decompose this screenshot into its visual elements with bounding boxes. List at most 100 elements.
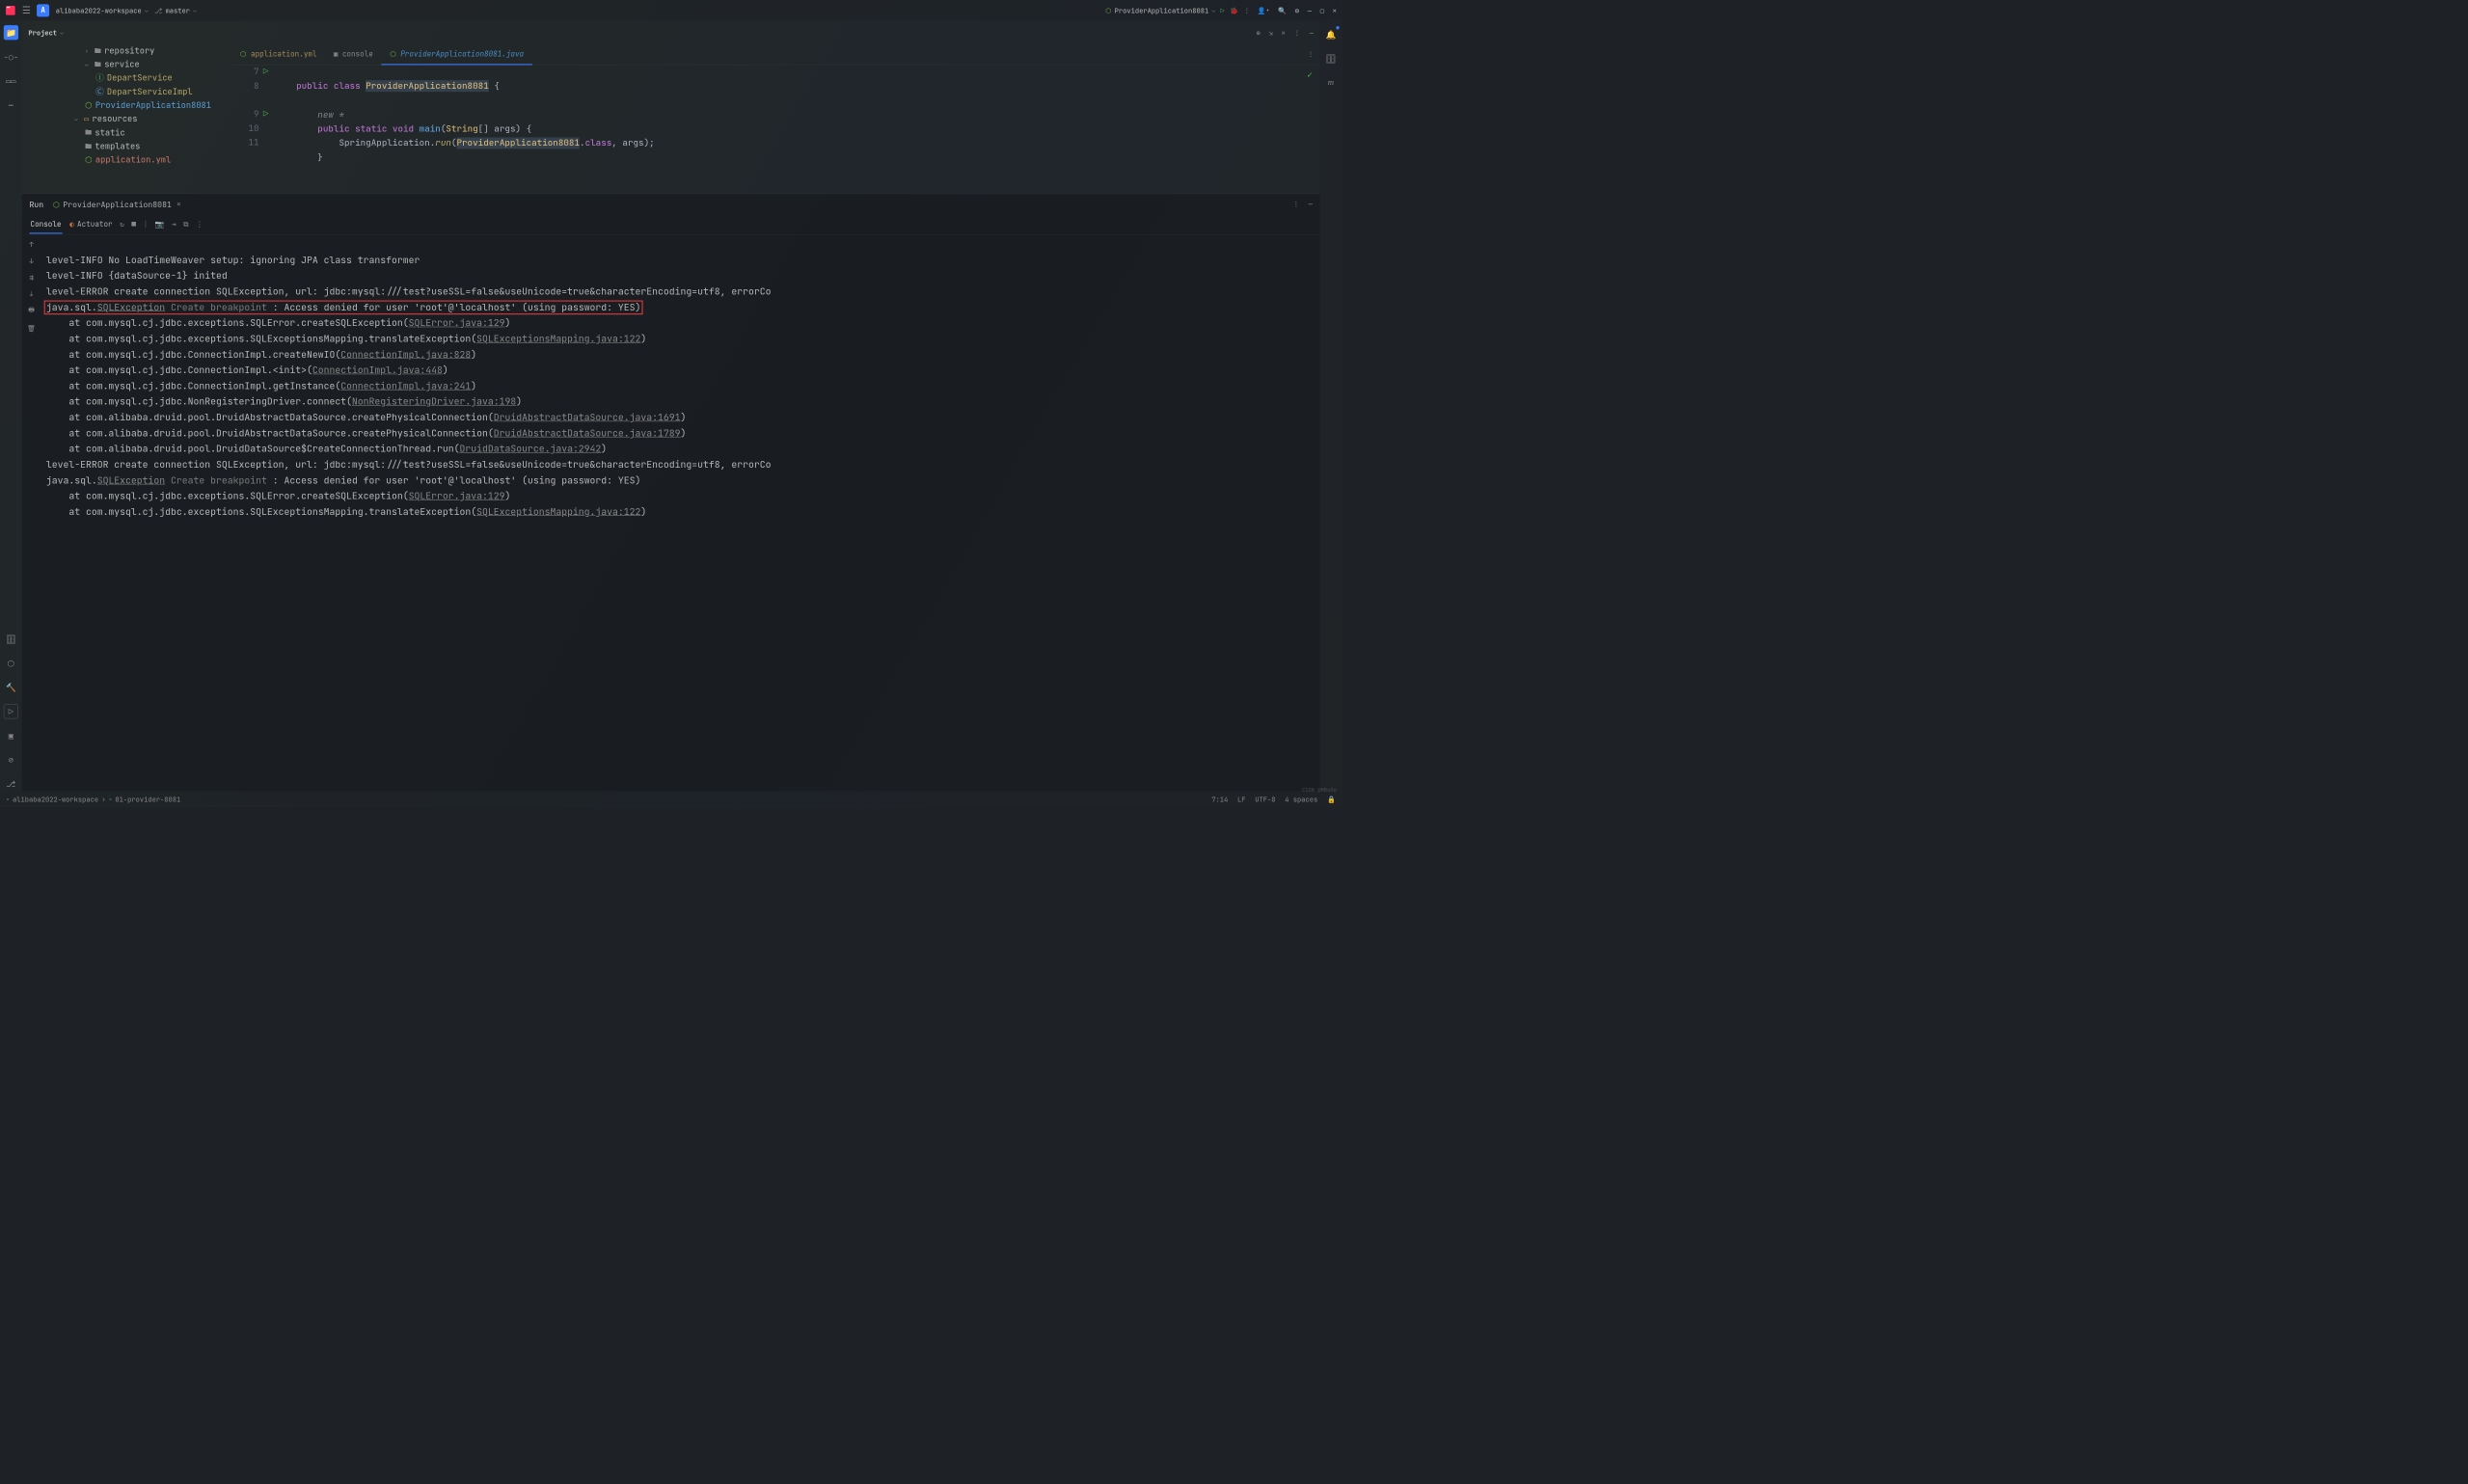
source-link[interactable]: ConnectionImpl.java:241 (340, 380, 471, 392)
actuator-tab[interactable]: ◐ Actuator (69, 220, 112, 229)
maximize-icon[interactable]: ▢ (1320, 6, 1324, 14)
exception-link[interactable]: SQLException (97, 474, 165, 487)
down-stack-icon[interactable]: ↓ (29, 256, 33, 265)
run-options-icon[interactable]: ⋮ (1292, 200, 1300, 208)
source-link[interactable]: SQLError.java:129 (409, 490, 505, 502)
rerun-icon[interactable]: ↻ (120, 220, 124, 229)
source-link[interactable]: ConnectionImpl.java:828 (340, 348, 471, 361)
tree-file[interactable]: ⒾDepartService (74, 71, 231, 85)
hamburger-icon[interactable]: ☰ (22, 5, 31, 17)
print-icon[interactable]: 🖶 (28, 305, 35, 316)
up-stack-icon[interactable]: ↑ (29, 240, 33, 249)
select-opened-file-icon[interactable]: ⊕ (1257, 28, 1261, 37)
tree-label: service (104, 58, 140, 70)
project-badge[interactable]: A (37, 4, 49, 16)
console-tab[interactable]: Console (29, 216, 62, 233)
tabs-options-icon[interactable]: ⋮ (1307, 50, 1315, 59)
source-link[interactable]: DruidAbstractDataSource.java:1789 (494, 427, 681, 440)
run-tool-icon[interactable]: ▷ (4, 704, 18, 718)
notifications-icon[interactable]: 🔔 (1323, 27, 1338, 41)
more-tools-icon[interactable]: ⋯ (4, 97, 18, 112)
tree-file[interactable]: ⬡ProviderApplication8081 (74, 98, 231, 112)
spring-icon: ⬡ (53, 199, 60, 209)
source-link[interactable]: DruidAbstractDataSource.java:1691 (494, 412, 681, 424)
screenshot-icon[interactable]: 📷 (155, 220, 164, 229)
tree-folder[interactable]: ⌄🖿service (74, 58, 231, 71)
inspection-ok-icon[interactable]: ✓ (1307, 68, 1313, 83)
source-link[interactable]: SQLExceptionsMapping.java:122 (476, 333, 640, 345)
file-tree[interactable]: ›🖿repository ⌄🖿service ⒾDepartService ⒸD… (22, 44, 231, 194)
problems-tool-icon[interactable]: ⊘ (4, 752, 18, 767)
run-button[interactable]: ▷ (1220, 6, 1224, 14)
more-actions-icon[interactable]: ⋮ (1243, 6, 1251, 14)
branch-selector[interactable]: ⎇ master ⌄ (154, 6, 197, 14)
source-link[interactable]: DruidDataSource.java:2942 (460, 443, 602, 455)
search-icon[interactable]: 🔍 (1278, 6, 1287, 14)
tree-file[interactable]: ⬡application.yml (74, 153, 231, 167)
project-panel-title[interactable]: Project ⌄ (28, 28, 64, 37)
project-tool-icon[interactable]: 📁 (4, 25, 18, 40)
layout-icon[interactable]: ⧉ (183, 220, 188, 229)
soft-wrap-icon[interactable]: ⇶ (29, 273, 33, 282)
project-selector[interactable]: alibaba2022-workspace ⌄ (56, 6, 149, 14)
create-breakpoint-link[interactable]: Create breakpoint (165, 301, 273, 313)
run-line-icon[interactable]: ▷ (263, 65, 275, 79)
tree-folder[interactable]: ⌄▭resources (74, 112, 231, 125)
panel-options-icon[interactable]: ⋮ (1293, 28, 1301, 37)
minimize-icon[interactable]: — (1308, 6, 1312, 14)
terminal-tool-icon[interactable]: ▣ (4, 728, 18, 742)
source-link[interactable]: SQLError.java:129 (409, 317, 505, 330)
hide-run-panel-icon[interactable]: — (1309, 200, 1313, 208)
run-config-selector[interactable]: ⬡ ProviderApplication8081 ⌄ (1105, 6, 1215, 14)
indent-settings[interactable]: 4 spaces (1285, 795, 1317, 803)
console-output[interactable]: level-INFO No LoadTimeWeaver setup: igno… (41, 234, 1319, 791)
source-link[interactable]: ConnectionImpl.java:448 (312, 364, 443, 377)
clear-all-icon[interactable]: 🗑 (27, 324, 36, 333)
code-with-me-icon[interactable]: 👤⁺ (1258, 6, 1270, 14)
tree-file[interactable]: ⒸDepartServiceImpl (74, 85, 231, 98)
tab-provider-application[interactable]: ⬡ ProviderApplication8081.java (382, 44, 532, 65)
settings-icon[interactable]: ⚙ (1295, 6, 1299, 14)
database-tool-icon[interactable]: 🗄 (4, 632, 18, 646)
resources-icon: ▭ (84, 113, 89, 125)
source-link[interactable]: NonRegisteringDriver.java:198 (352, 395, 516, 408)
services-tool-icon[interactable]: ⬡ (4, 656, 18, 670)
breadcrumb[interactable]: ▫ alibaba2022-workspace › ▫ 01-provider-… (7, 795, 181, 803)
tree-folder[interactable]: ›🖿repository (74, 44, 231, 58)
cursor-position[interactable]: 7:14 (1211, 795, 1228, 803)
commit-tool-icon[interactable]: -○- (4, 49, 18, 64)
tree-folder[interactable]: 🖿static (74, 125, 231, 139)
run-line-icon[interactable]: ▷ (263, 107, 275, 121)
scroll-to-end-icon[interactable]: ⤓ (30, 288, 33, 297)
toolbar-more-icon[interactable]: ⋮ (196, 220, 203, 229)
tab-label: application.yml (251, 49, 317, 59)
tree-label: ProviderApplication8081 (95, 99, 211, 112)
database-icon[interactable]: 🗄 (1323, 51, 1338, 66)
git-tool-icon[interactable]: ⎇ (4, 776, 18, 791)
tab-console[interactable]: ▣ console (325, 44, 381, 65)
structure-tool-icon[interactable]: ▭▭ (4, 73, 18, 88)
run-config-tab[interactable]: ⬡ ProviderApplication8081 ✕ (53, 199, 181, 209)
build-tool-icon[interactable]: 🔨 (4, 680, 18, 694)
line-separator[interactable]: LF (1237, 795, 1245, 803)
source-link[interactable]: SQLExceptionsMapping.java:122 (476, 506, 640, 519)
code-content[interactable]: public class ProviderApplication8081 { n… (275, 65, 1320, 193)
export-icon[interactable]: ⇥ (172, 220, 176, 229)
readonly-lock-icon[interactable]: 🔒 (1327, 795, 1336, 803)
code-editor[interactable]: 7 8 9 10 11 ▷ ▷ (231, 65, 1319, 193)
encoding[interactable]: UTF-8 (1255, 795, 1275, 803)
module-icon: ▫ (7, 796, 10, 802)
debug-button[interactable]: 🐞 (1230, 6, 1238, 14)
expand-all-icon[interactable]: ⇲ (1269, 28, 1273, 37)
close-tab-icon[interactable]: ✕ (176, 200, 180, 208)
create-breakpoint-link[interactable]: Create breakpoint (165, 474, 273, 487)
exception-link[interactable]: SQLException (97, 301, 165, 313)
stop-icon[interactable]: ■ (131, 220, 136, 229)
hide-panel-icon[interactable]: — (1310, 28, 1314, 37)
tab-application-yml[interactable]: ⬡ application.yml (231, 44, 325, 65)
close-icon[interactable]: ✕ (1333, 6, 1337, 14)
maven-icon[interactable]: m (1323, 75, 1338, 90)
tree-folder[interactable]: 🖿templates (74, 140, 231, 153)
project-title-text: Project (28, 28, 57, 37)
collapse-all-icon[interactable]: ✕ (1281, 28, 1285, 37)
